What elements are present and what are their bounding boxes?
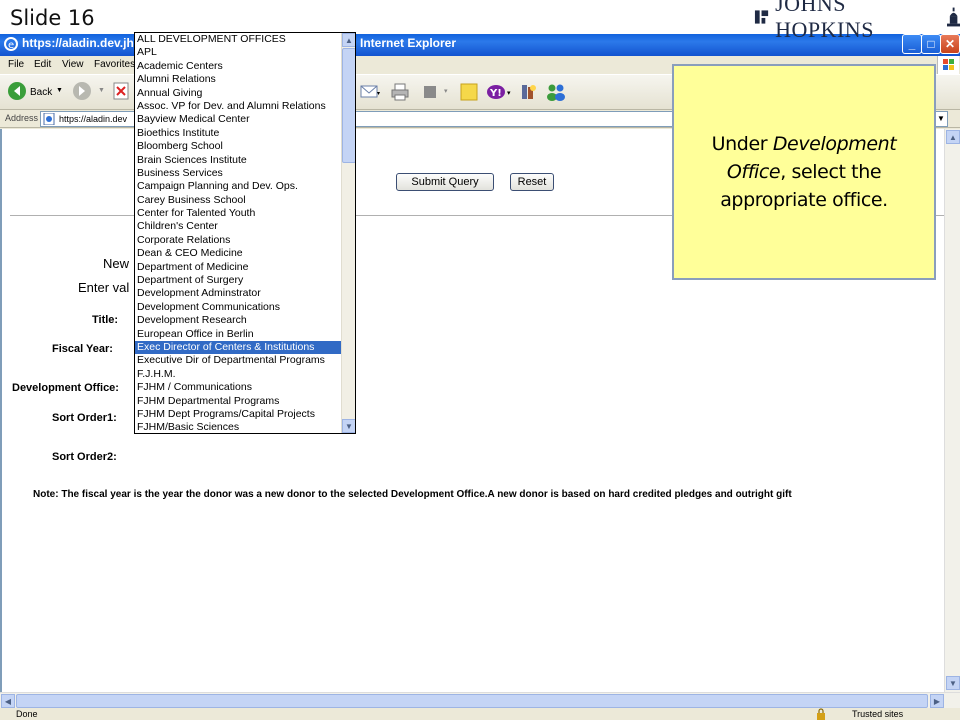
window-title-url: https://aladin.dev.jhu	[22, 36, 142, 50]
page-horizontal-scrollbar[interactable]: ◀ ▶	[0, 692, 960, 708]
dropdown-scroll-thumb[interactable]	[342, 48, 355, 163]
dropdown-option[interactable]: Campaign Planning and Dev. Ops.	[135, 180, 341, 193]
close-button[interactable]: ✕	[940, 34, 960, 54]
address-label: Address	[5, 113, 39, 123]
page-icon	[43, 113, 55, 125]
svg-text:e: e	[8, 40, 14, 51]
heading-enter-values: Enter val	[78, 280, 130, 295]
note-icon[interactable]	[460, 83, 478, 101]
title-label: Title:	[92, 314, 119, 326]
page-vertical-scrollbar[interactable]: ▲ ▼	[944, 129, 960, 692]
status-text: Done	[16, 709, 38, 719]
callout-text: Under Development Office, select the app…	[688, 130, 920, 214]
dropdown-option[interactable]: Corporate Relations	[135, 234, 341, 247]
dropdown-option[interactable]: Department of Medicine	[135, 261, 341, 274]
development-office-dropdown[interactable]: ALL DEVELOPMENT OFFICES APL Academic Cente…	[134, 32, 356, 434]
back-dropdown-icon[interactable]: ▼	[56, 87, 63, 94]
dropdown-option[interactable]: Carey Business School	[135, 194, 341, 207]
svg-text:Y!: Y!	[489, 88, 502, 99]
horizontal-scroll-thumb[interactable]	[16, 694, 928, 708]
dropdown-option[interactable]: Center for Talented Youth	[135, 207, 341, 220]
submit-query-button[interactable]: Submit Query	[396, 173, 494, 191]
dropdown-option[interactable]: FJHM Dept Programs/Capital Projects	[135, 408, 341, 421]
fiscal-year-label: Fiscal Year:	[52, 343, 113, 355]
dropdown-option[interactable]: Children's Center	[135, 220, 341, 233]
menu-edit[interactable]: Edit	[34, 59, 51, 70]
svg-text:▾: ▾	[507, 90, 511, 97]
dropdown-option[interactable]: Development Communications	[135, 301, 341, 314]
dropdown-option[interactable]: Bayview Medical Center	[135, 113, 341, 126]
heading-new: New	[103, 256, 130, 271]
dropdown-option[interactable]: Annual Giving	[135, 87, 341, 100]
dropdown-option[interactable]: Development Adminstrator	[135, 287, 341, 300]
stop-icon[interactable]	[113, 82, 129, 100]
dropdown-option[interactable]: FJHM Departmental Programs	[135, 395, 341, 408]
scroll-left-icon[interactable]: ◀	[1, 694, 15, 708]
slide-title: Slide 16	[10, 6, 95, 30]
scroll-down-icon[interactable]: ▼	[946, 676, 960, 690]
instruction-callout: Under Development Office, select the app…	[672, 64, 936, 280]
development-office-label: Development Office:	[12, 382, 119, 394]
dropdown-option[interactable]: FJHM / Communications	[135, 381, 341, 394]
menu-view[interactable]: View	[62, 59, 84, 70]
window-title-app: Internet Explorer	[360, 36, 457, 50]
edit-icon[interactable]	[422, 84, 438, 100]
dropdown-option[interactable]: Alumni Relations	[135, 73, 341, 86]
dropdown-option[interactable]: F.J.H.M.	[135, 368, 341, 381]
dropdown-option[interactable]: Executive Dir of Departmental Programs	[135, 354, 341, 367]
dropdown-options: ALL DEVELOPMENT OFFICES APL Academic Cente…	[135, 33, 341, 433]
menu-file[interactable]: File	[8, 59, 24, 70]
research-icon[interactable]	[520, 82, 538, 102]
dropdown-option[interactable]: ALL DEVELOPMENT OFFICES	[135, 33, 341, 46]
dropdown-option[interactable]: APL	[135, 46, 341, 59]
back-button[interactable]: Back	[30, 87, 52, 98]
back-arrow-icon[interactable]	[7, 81, 27, 101]
fiscal-year-note: Note: The fiscal year is the year the do…	[33, 489, 792, 500]
security-zone-text: Trusted sites	[852, 709, 904, 719]
status-bar: Done Trusted sites	[0, 708, 960, 720]
scroll-right-icon[interactable]: ▶	[930, 694, 944, 708]
dropdown-option[interactable]: Brain Sciences Institute	[135, 154, 341, 167]
print-icon[interactable]	[390, 82, 410, 102]
dropdown-option[interactable]: Academic Centers	[135, 60, 341, 73]
johns-hopkins-logo: JOHNS HOPKINS	[754, 0, 960, 42]
scroll-up-icon[interactable]: ▲	[946, 130, 960, 144]
menu-favorites[interactable]: Favorites	[94, 59, 135, 70]
edit-dropdown-icon[interactable]: ▾	[444, 87, 448, 95]
yahoo-icon[interactable]: Y! ▾	[486, 83, 516, 101]
dropdown-option[interactable]: Exec Director of Centers & Institutions	[135, 340, 341, 355]
slide-header: Slide 16 JOHNS HOPKINS	[0, 0, 960, 42]
dropdown-scroll-up-icon[interactable]: ▲	[342, 33, 355, 47]
dropdown-scrollbar[interactable]: ▲ ▼	[341, 33, 355, 433]
forward-arrow-icon[interactable]	[72, 81, 92, 101]
sort-order2-label: Sort Order2:	[52, 451, 117, 463]
dome-tower-icon	[946, 7, 960, 27]
jh-shield-icon	[754, 10, 769, 24]
dropdown-option[interactable]: Dean & CEO Medicine	[135, 247, 341, 260]
mail-icon[interactable]: ▾	[360, 83, 382, 101]
ie-logo-icon: e	[4, 37, 18, 51]
dropdown-option[interactable]: Bloomberg School	[135, 140, 341, 153]
dropdown-option[interactable]: Department of Surgery	[135, 274, 341, 287]
dropdown-scroll-down-icon[interactable]: ▼	[342, 419, 355, 433]
callout-prefix: Under	[711, 133, 773, 155]
dropdown-option[interactable]: Business Services	[135, 167, 341, 180]
reset-button[interactable]: Reset	[510, 173, 554, 191]
forward-dropdown-icon[interactable]: ▼	[98, 87, 105, 94]
dropdown-option[interactable]: FJHM/Basic Sciences	[135, 421, 341, 433]
dropdown-option[interactable]: Development Research	[135, 314, 341, 327]
messenger-icon[interactable]	[545, 82, 567, 102]
sort-order1-label: Sort Order1:	[52, 412, 117, 424]
dropdown-option[interactable]: European Office in Berlin	[135, 328, 341, 341]
slide-stage: Slide 16 JOHNS HOPKINS e https://aladin.…	[0, 0, 960, 720]
dropdown-option[interactable]: Assoc. VP for Dev. and Alumni Relations	[135, 100, 341, 113]
address-dropdown-icon[interactable]: ▼	[935, 112, 947, 126]
logo-wordmark: JOHNS HOPKINS	[775, 0, 874, 42]
dropdown-option[interactable]: Bioethics Institute	[135, 127, 341, 140]
svg-text:▾: ▾	[377, 91, 380, 97]
windows-flag-icon	[937, 56, 959, 74]
lock-icon	[817, 708, 825, 720]
